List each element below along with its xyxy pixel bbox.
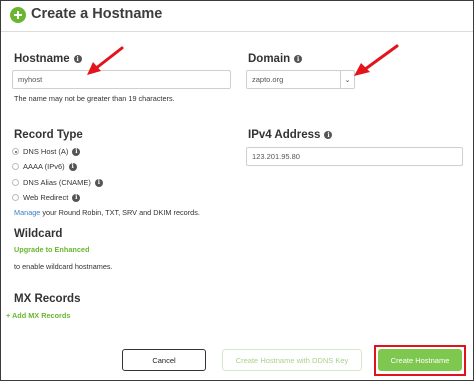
chevron-down-icon[interactable]: ⌄: [340, 71, 354, 88]
manage-text: your Round Robin, TXT, SRV and DKIM reco…: [40, 208, 200, 217]
add-mx-records-link[interactable]: + Add MX Records: [6, 311, 70, 320]
mx-records-label-text: MX Records: [14, 293, 81, 305]
domain-label: Domain i: [248, 53, 303, 65]
domain-select[interactable]: zapto.org ⌄: [246, 70, 355, 89]
radio-label: Web Redirect: [23, 193, 69, 202]
radio-aaaa-ipv6[interactable]: AAAA (IPv6) i: [12, 162, 77, 171]
header-divider: [1, 31, 473, 32]
create-hostname-ddns-button[interactable]: Create Hostname with DDNS Key: [222, 349, 362, 371]
hostname-hint: The name may not be greater than 19 char…: [14, 94, 175, 103]
info-icon[interactable]: i: [68, 162, 77, 171]
dialog: Create a Hostname Hostname i myhost The …: [0, 0, 474, 381]
radio-dns-host-a[interactable]: DNS Host (A) i: [12, 147, 81, 156]
dialog-header: Create a Hostname: [1, 1, 473, 31]
page-title: Create a Hostname: [31, 6, 163, 22]
ipv4-label: IPv4 Address i: [248, 129, 333, 141]
record-type-label-text: Record Type: [14, 129, 83, 141]
radio-label: DNS Host (A): [23, 147, 69, 156]
info-icon[interactable]: i: [73, 55, 82, 63]
cancel-button[interactable]: Cancel: [122, 349, 206, 371]
info-icon[interactable]: i: [324, 131, 333, 139]
radio-button[interactable]: [12, 148, 19, 155]
radio-dns-alias-cname[interactable]: DNS Alias (CNAME) i: [12, 178, 103, 187]
plus-icon: [10, 7, 26, 23]
radio-label: AAAA (IPv6): [23, 162, 65, 171]
info-icon[interactable]: i: [94, 178, 103, 187]
ipv4-input[interactable]: 123.201.95.80: [246, 147, 463, 166]
hostname-label: Hostname i: [14, 53, 82, 65]
info-icon[interactable]: i: [72, 147, 81, 156]
radio-web-redirect[interactable]: Web Redirect i: [12, 193, 81, 202]
create-hostname-button[interactable]: Create Hostname: [378, 349, 462, 371]
upgrade-link[interactable]: Upgrade to Enhanced: [14, 245, 89, 254]
wildcard-label-text: Wildcard: [14, 228, 63, 240]
manage-link[interactable]: Manage: [14, 208, 40, 217]
info-icon[interactable]: i: [72, 193, 81, 202]
domain-label-text: Domain: [248, 53, 291, 65]
wildcard-label: Wildcard: [14, 228, 62, 240]
hostname-value: myhost: [18, 75, 43, 84]
hostname-label-text: Hostname: [14, 53, 70, 65]
manage-records-text: Manage your Round Robin, TXT, SRV and DK…: [14, 208, 200, 217]
radio-button[interactable]: [12, 194, 19, 201]
annotation-arrow-domain: [354, 44, 399, 76]
hostname-input[interactable]: myhost: [12, 70, 231, 89]
mx-records-label: MX Records: [14, 293, 80, 305]
radio-label: DNS Alias (CNAME): [23, 178, 91, 187]
radio-button[interactable]: [12, 163, 19, 170]
ipv4-label-text: IPv4 Address: [248, 129, 321, 141]
wildcard-hint: to enable wildcard hostnames.: [14, 262, 113, 271]
domain-value: zapto.org: [252, 75, 284, 84]
ipv4-value: 123.201.95.80: [252, 152, 300, 161]
info-icon[interactable]: i: [294, 55, 303, 63]
radio-button[interactable]: [12, 179, 19, 186]
record-type-label: Record Type: [14, 129, 83, 141]
